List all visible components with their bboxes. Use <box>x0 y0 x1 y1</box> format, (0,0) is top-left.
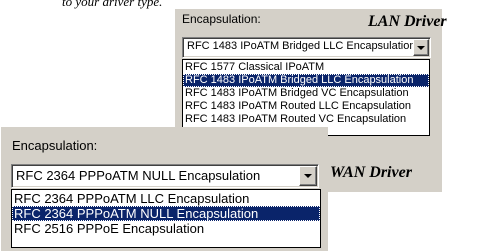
chevron-down-icon <box>304 174 312 178</box>
option-item[interactable]: RFC 2364 PPPoATM LLC Encapsulation <box>12 191 320 206</box>
encapsulation-label: Encapsulation: <box>182 12 261 26</box>
caption-text: to your driver type. <box>62 0 163 9</box>
option-item[interactable]: RFC 1483 IPoATM Bridged LLC Encapsulatio… <box>183 74 429 87</box>
selected-value: RFC 1483 IPoATM Bridged LLC Encapsulatio… <box>187 40 416 52</box>
encapsulation-select[interactable]: RFC 2364 PPPoATM NULL Encapsulation <box>11 164 319 188</box>
option-item[interactable]: RFC 2516 PPPoE Encapsulation <box>12 221 320 236</box>
encapsulation-label: Encapsulation: <box>12 138 98 153</box>
option-item[interactable]: RFC 2364 PPPoATM NULL Encapsulation <box>12 206 320 221</box>
encapsulation-options-list: RFC 2364 PPPoATM LLC Encapsulation RFC 23… <box>11 189 321 248</box>
option-item[interactable]: RFC 1483 IPoATM Routed LLC Encapsulation <box>183 100 429 113</box>
option-item[interactable]: RFC 1577 Classical IPoATM <box>183 61 429 74</box>
wan-driver-label: WAN Driver <box>330 164 412 181</box>
wan-encapsulation-panel: Encapsulation: RFC 2364 PPPoATM NULL Enc… <box>1 127 328 251</box>
option-item[interactable]: RFC 1483 IPoATM Bridged VC Encapsulation <box>183 87 429 100</box>
chevron-down-icon <box>417 45 425 50</box>
dropdown-button[interactable] <box>413 39 429 56</box>
dropdown-button[interactable] <box>299 166 317 186</box>
encapsulation-options-list: RFC 1577 Classical IPoATM RFC 1483 IPoATM… <box>182 59 430 136</box>
selected-value: RFC 2364 PPPoATM NULL Encapsulation <box>16 168 261 183</box>
encapsulation-select[interactable]: RFC 1483 IPoATM Bridged LLC Encapsulatio… <box>182 37 431 58</box>
option-item[interactable]: RFC 1483 IPoATM Routed VC Encapsulation <box>183 113 429 126</box>
lan-driver-label: LAN Driver <box>368 13 447 30</box>
